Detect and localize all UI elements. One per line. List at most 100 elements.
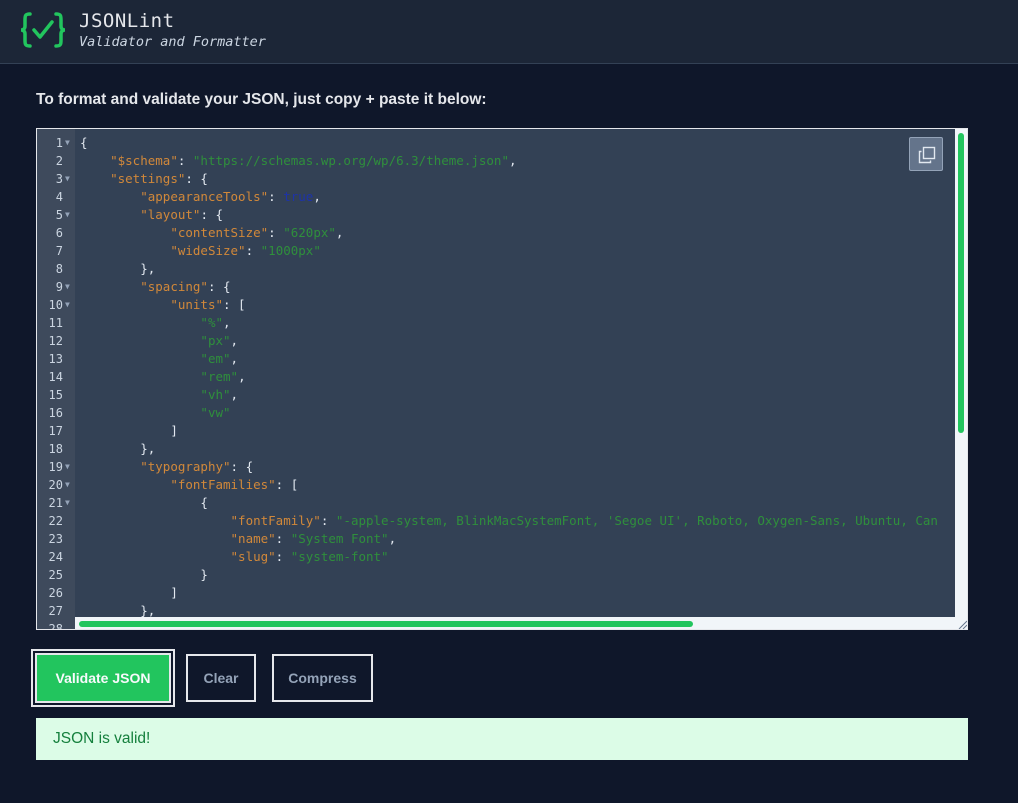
code-token: true bbox=[283, 189, 314, 204]
line-number: 11 bbox=[48, 316, 63, 330]
clear-button[interactable]: Clear bbox=[186, 654, 256, 702]
code-token: "name" bbox=[230, 531, 276, 546]
code-line: 19 ▼ "typography": { bbox=[49, 458, 967, 476]
curly-braces-check-icon[interactable] bbox=[20, 10, 66, 50]
line-number: 26 bbox=[48, 586, 63, 600]
code-token: { bbox=[80, 135, 88, 150]
validation-result: JSON is valid! bbox=[36, 718, 968, 760]
line-number: 14 bbox=[48, 370, 63, 384]
line-number: 16 bbox=[48, 406, 63, 420]
code-token: "%" bbox=[200, 315, 223, 330]
code-line: 24 "slug": "system-font" bbox=[49, 548, 967, 566]
code-token: "vw" bbox=[200, 405, 231, 420]
compress-button[interactable]: Compress bbox=[272, 654, 373, 702]
line-number: 5 bbox=[55, 208, 63, 222]
line-number: 9 bbox=[55, 280, 63, 294]
code-text: "em", bbox=[80, 350, 238, 368]
code-text: }, bbox=[80, 260, 155, 278]
code-line: 11 "%", bbox=[49, 314, 967, 332]
code-token: , bbox=[313, 189, 321, 204]
code-line: 10 ▼ "units": [ bbox=[49, 296, 967, 314]
code-line: 7 "wideSize": "1000px" bbox=[56, 242, 967, 260]
fold-arrow-icon[interactable]: ▼ bbox=[65, 296, 70, 314]
code-line: 26 ] bbox=[49, 584, 967, 602]
code-line: 17 ] bbox=[49, 422, 967, 440]
app-title: JSONLint bbox=[79, 10, 175, 32]
code-text: "contentSize": "620px", bbox=[80, 224, 343, 242]
fold-arrow-icon[interactable]: ▼ bbox=[65, 170, 70, 188]
code-token: : [ bbox=[223, 297, 246, 312]
code-token: : bbox=[268, 189, 284, 204]
code-text: ] bbox=[80, 422, 178, 440]
code-token: "rem" bbox=[200, 369, 239, 384]
line-number: 12 bbox=[48, 334, 63, 348]
code-text: "$schema": "https://schemas.wp.org/wp/6.… bbox=[80, 152, 517, 170]
code-token: , bbox=[508, 153, 517, 168]
fold-arrow-icon[interactable]: ▼ bbox=[65, 206, 70, 224]
line-number: 18 bbox=[48, 442, 63, 456]
line-number: 23 bbox=[48, 532, 63, 546]
code-line: 1 ▼ { bbox=[56, 134, 967, 152]
line-number: 24 bbox=[48, 550, 63, 564]
fold-arrow-icon[interactable]: ▼ bbox=[65, 458, 70, 476]
code-token: "settings" bbox=[110, 171, 186, 186]
code-text: { bbox=[80, 494, 208, 512]
code-token: "fontFamily" bbox=[230, 513, 321, 528]
line-number: 8 bbox=[55, 262, 63, 276]
code-token: "-apple-system, BlinkMacSystemFont, 'Seg… bbox=[335, 513, 938, 528]
code-token: : bbox=[268, 225, 284, 240]
code-token: : { bbox=[200, 207, 224, 222]
code-token: "620px" bbox=[283, 225, 336, 240]
code-text: "slug": "system-font" bbox=[80, 548, 389, 566]
code-area[interactable]: 1 ▼{2 "$schema": "https://schemas.wp.org/… bbox=[49, 129, 955, 629]
line-number: 10 bbox=[48, 298, 63, 312]
code-token: , bbox=[335, 225, 344, 240]
vertical-scroll-thumb[interactable] bbox=[958, 133, 964, 433]
code-line: 8 }, bbox=[56, 260, 967, 278]
copy-button[interactable] bbox=[909, 137, 943, 171]
fold-arrow-icon[interactable]: ▼ bbox=[65, 476, 70, 494]
code-token: , bbox=[388, 531, 397, 546]
code-text: ] bbox=[80, 584, 178, 602]
code-token: ] bbox=[170, 585, 178, 600]
code-token: ] bbox=[170, 423, 178, 438]
code-token: : { bbox=[230, 459, 254, 474]
line-number: 3 bbox=[55, 172, 63, 186]
line-number: 19 bbox=[48, 460, 63, 474]
code-text: "units": [ bbox=[80, 296, 246, 314]
code-text: }, bbox=[80, 440, 155, 458]
code-token: "fontFamilies" bbox=[170, 477, 276, 492]
json-editor[interactable]: 1 ▼{2 "$schema": "https://schemas.wp.org/… bbox=[36, 128, 968, 630]
code-token: : [ bbox=[275, 477, 299, 492]
instructions-text: To format and validate your JSON, just c… bbox=[36, 91, 487, 108]
fold-arrow-icon[interactable]: ▼ bbox=[65, 494, 70, 512]
code-token: "system-font" bbox=[290, 549, 389, 564]
copy-icon bbox=[918, 146, 936, 164]
code-text: "settings": { bbox=[80, 170, 208, 188]
code-line: 25 } bbox=[49, 566, 967, 584]
code-token: , bbox=[230, 387, 239, 402]
fold-arrow-icon[interactable]: ▼ bbox=[65, 278, 70, 296]
validate-json-button[interactable]: Validate JSON bbox=[33, 651, 173, 705]
line-number: 13 bbox=[48, 352, 63, 366]
line-number: 1 bbox=[55, 136, 63, 150]
line-number: 7 bbox=[55, 244, 63, 258]
code-token: : bbox=[320, 513, 336, 528]
code-text: "name": "System Font", bbox=[80, 530, 397, 548]
code-token: , bbox=[230, 333, 239, 348]
code-token: "spacing" bbox=[140, 279, 208, 294]
code-text: "wideSize": "1000px" bbox=[80, 242, 321, 260]
code-line: 23 "name": "System Font", bbox=[49, 530, 967, 548]
line-number: 2 bbox=[55, 154, 63, 168]
code-token: , bbox=[223, 315, 231, 330]
resize-grip-icon bbox=[958, 620, 967, 629]
code-text: "layout": { bbox=[80, 206, 223, 224]
code-line: 3 ▼ "settings": { bbox=[56, 170, 967, 188]
code-token: : bbox=[275, 549, 291, 564]
horizontal-scroll-thumb[interactable] bbox=[79, 621, 693, 627]
fold-arrow-icon[interactable]: ▼ bbox=[65, 134, 70, 152]
code-token: }, bbox=[140, 603, 156, 618]
code-token: : { bbox=[185, 171, 208, 186]
resize-handle[interactable] bbox=[955, 617, 967, 629]
line-number: 15 bbox=[48, 388, 63, 402]
